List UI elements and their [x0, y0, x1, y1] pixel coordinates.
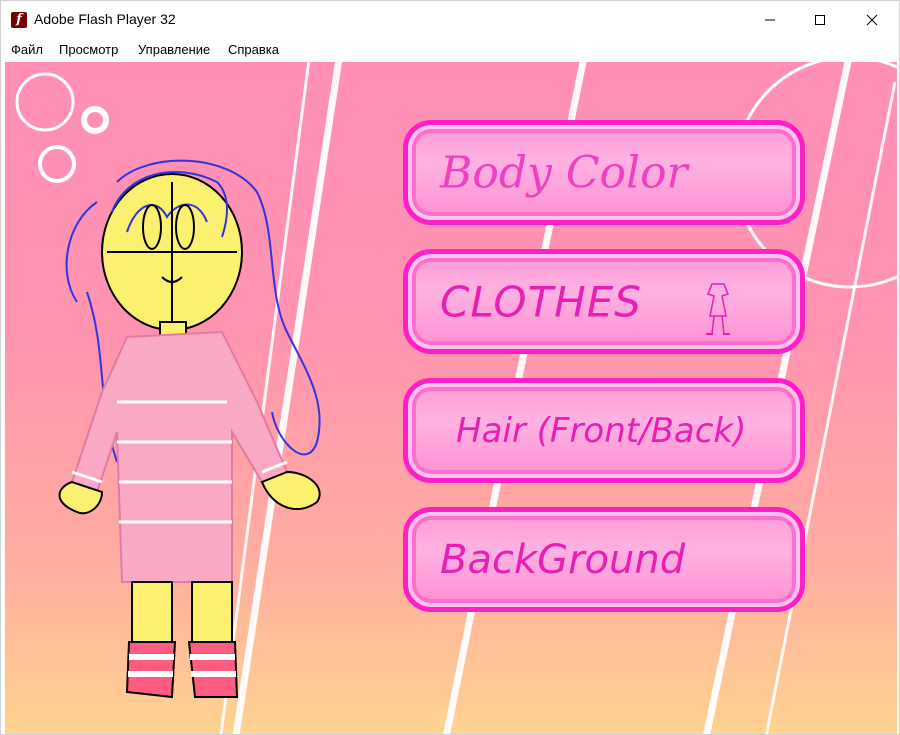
body-color-label: Body Color: [440, 147, 688, 198]
minimize-icon: [765, 19, 775, 21]
hair-label: Hair (Front/Back): [456, 410, 747, 451]
menu-control[interactable]: Управление: [138, 42, 210, 57]
hair-button[interactable]: Hair (Front/Back): [403, 378, 805, 483]
app-window: f Adobe Flash Player 32 Файл Просмотр Уп…: [0, 0, 900, 735]
minimize-button[interactable]: [745, 1, 795, 39]
body-color-button[interactable]: Body Color: [403, 120, 805, 225]
maximize-button[interactable]: [795, 1, 845, 39]
character-figure: [58, 159, 321, 699]
dress-icon: [706, 283, 730, 335]
menu-bar: Файл Просмотр Управление Справка: [1, 39, 899, 61]
background-button[interactable]: BackGround: [403, 507, 805, 612]
flash-player-icon: f: [11, 12, 27, 28]
flash-stage[interactable]: Body Color CLOTHES Hair (Front/Back) Bac…: [5, 62, 897, 734]
clothes-label: CLOTHES: [440, 277, 642, 326]
close-button[interactable]: [847, 1, 897, 39]
menu-file[interactable]: Файл: [11, 42, 43, 57]
close-icon: [866, 14, 878, 26]
clothes-button[interactable]: CLOTHES: [403, 249, 805, 354]
menu-help[interactable]: Справка: [228, 42, 279, 57]
menu-view[interactable]: Просмотр: [59, 42, 118, 57]
title-bar[interactable]: f Adobe Flash Player 32: [1, 1, 899, 39]
maximize-icon: [815, 15, 825, 25]
background-label: BackGround: [440, 536, 686, 583]
window-title: Adobe Flash Player 32: [34, 11, 176, 27]
